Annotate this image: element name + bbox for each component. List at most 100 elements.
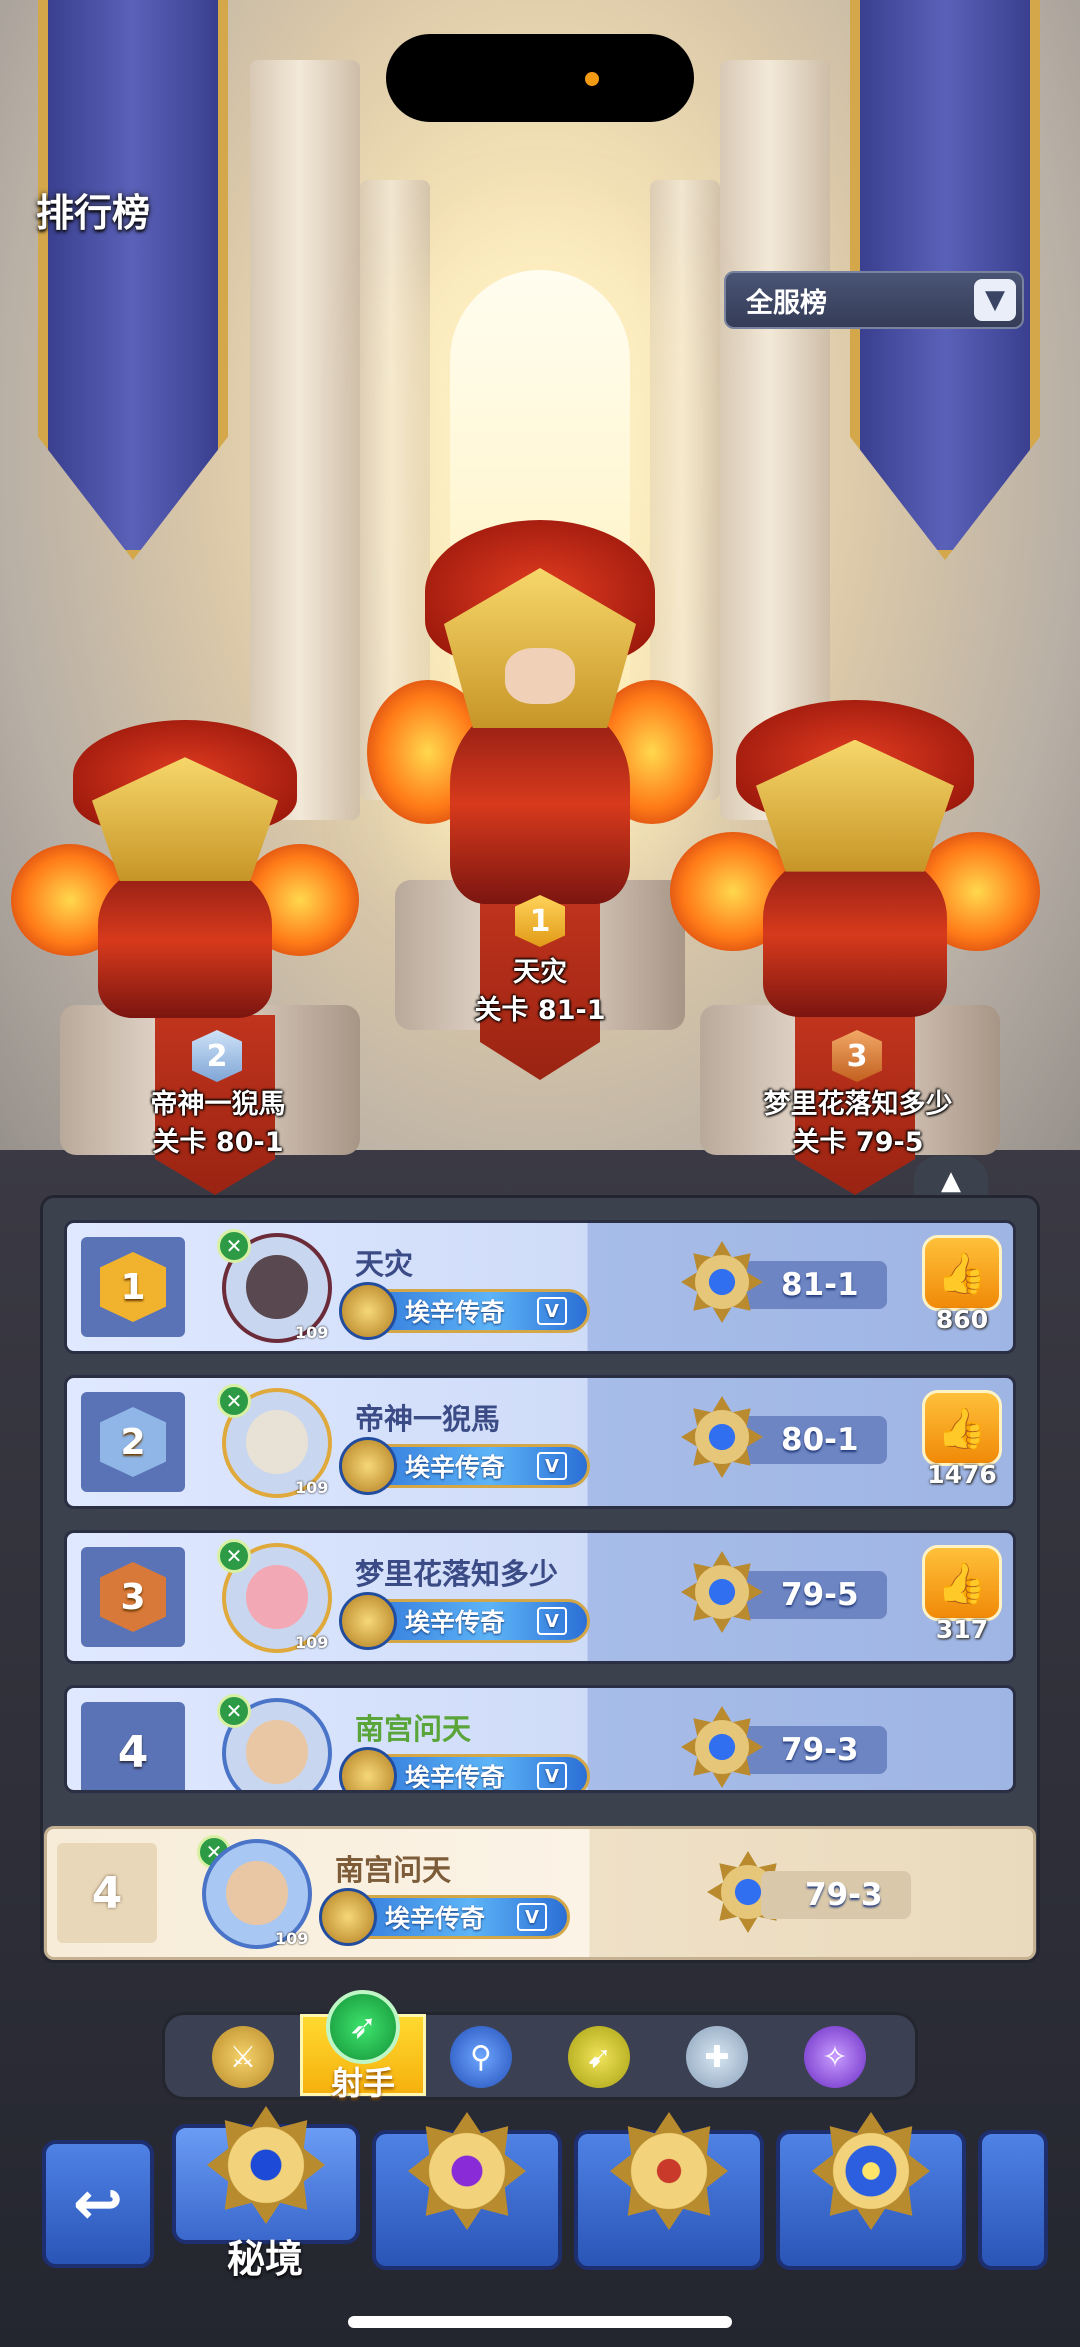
title-emblem-icon (339, 1592, 397, 1650)
like-count: 1476 (927, 1460, 997, 1489)
hero-figure-2[interactable] (11, 720, 359, 1030)
podium-stage-2: 关卡 80-1 (152, 1127, 284, 1158)
stage-value: 80-1 (737, 1416, 887, 1464)
rank-medal-icon: 1 (100, 1252, 166, 1322)
thumbs-up-icon[interactable]: 👍 (922, 1235, 1002, 1311)
hero-armor (450, 704, 630, 904)
like-count: 317 (935, 1615, 989, 1644)
vip-tag: V (537, 1452, 567, 1480)
scope-dropdown[interactable]: 全服榜 ▼ (724, 271, 1024, 329)
my-rank-number: 4 (57, 1843, 157, 1943)
page-title: 排行榜 (36, 191, 151, 235)
player-name: 帝神一猊馬 (355, 1402, 501, 1436)
ranking-row[interactable]: 2 ✕ 109 帝神一猊馬 埃辛传奇 V 80-1 👍 1476 (64, 1375, 1016, 1509)
nav-secret-realm-label: 秘境 (226, 2237, 303, 2281)
active-class-label[interactable]: 射手 (300, 2058, 426, 2104)
hero-figure-3[interactable] (670, 700, 1040, 1030)
title-emblem-icon (319, 1888, 377, 1946)
title-emblem-icon (339, 1282, 397, 1340)
my-rank-row[interactable]: 4 ✕ 109 南宫问天 埃辛传奇 V 79-3 (44, 1826, 1036, 1960)
podium-name-3: 梦里花落知多少 (763, 1089, 953, 1120)
like-count: 860 (935, 1305, 989, 1334)
leaderboard-screen: { "header": {"title": "排行榜"}, "scope_dro… (0, 0, 1080, 2347)
stage-value: 79-3 (737, 1726, 887, 1774)
archer-icon[interactable]: ➶ (326, 1990, 400, 2064)
thumbs-up-icon[interactable]: 👍 (922, 1390, 1002, 1466)
my-vip-tag: V (517, 1903, 547, 1931)
hero-face (504, 648, 576, 704)
chevron-up-icon: ▲ (941, 1166, 961, 1196)
home-indicator (348, 2316, 732, 2328)
summoner-icon[interactable]: ✧ (804, 2026, 866, 2088)
rank-medal-icon: 2 (100, 1407, 166, 1477)
recording-indicator (585, 72, 599, 86)
rank-medal-icon: 3 (100, 1562, 166, 1632)
friend-add-icon: ✕ (217, 1539, 251, 1573)
ranking-row[interactable]: 3 ✕ 109 梦里花落知多少 埃辛传奇 V 79-5 👍 317 (64, 1530, 1016, 1664)
title-badge: 埃辛传奇 V (339, 1592, 590, 1650)
chevron-down-icon[interactable]: ▼ (974, 279, 1016, 321)
warrior-icon[interactable]: ⚔ (212, 2026, 274, 2088)
stage-value: 79-5 (737, 1571, 887, 1619)
my-title-badge: 埃辛传奇 V (319, 1888, 570, 1946)
nav-secret-realm[interactable] (172, 2106, 360, 2244)
podium-stage-1: 关卡 81-1 (474, 995, 606, 1026)
avatar-level: 109 (295, 1633, 329, 1652)
podium-name-1: 天灾 (513, 957, 567, 988)
podium-stage-3: 关卡 79-5 (792, 1127, 924, 1158)
avatar-level: 109 (295, 1788, 328, 1790)
vip-tag: V (537, 1297, 567, 1325)
avatar-level: 109 (295, 1478, 329, 1497)
friend-add-icon: ✕ (217, 1384, 251, 1418)
pillar (250, 60, 360, 820)
mage-icon[interactable]: ⚲ (450, 2026, 512, 2088)
player-name: 南宫问天 (355, 1712, 472, 1746)
friend-add-icon: ✕ (217, 1694, 251, 1728)
nav-tab-3[interactable] (574, 2112, 764, 2270)
title-emblem-icon (339, 1747, 397, 1790)
assassin-icon[interactable]: ➹ (568, 2026, 630, 2088)
avatar-face (246, 1565, 308, 1629)
stage-emblem-icon (681, 1396, 763, 1478)
return-arrow-icon[interactable]: ↩ (42, 2140, 154, 2268)
stage-emblem-icon (681, 1706, 763, 1788)
rank-box: 2 (81, 1392, 185, 1492)
avatar-face (246, 1720, 308, 1784)
podium-name-2: 帝神一猊馬 (150, 1089, 286, 1120)
title-badge: 埃辛传奇 V (339, 1747, 590, 1792)
title-badge: 埃辛传奇 V (339, 1437, 590, 1495)
rank-number: 4 (117, 1726, 149, 1778)
crown-emblem-icon (610, 2112, 728, 2230)
title-text: 埃辛传奇 (405, 1298, 506, 1327)
stage-value: 81-1 (737, 1261, 887, 1309)
nav-tab-5[interactable] (978, 2130, 1048, 2270)
title-badge: 埃辛传奇 V (339, 1282, 590, 1340)
secret-realm-emblem-icon (207, 2106, 325, 2224)
nav-tab-2[interactable] (372, 2112, 562, 2270)
thumbs-up-icon[interactable]: 👍 (922, 1545, 1002, 1621)
title-text: 埃辛传奇 (405, 1763, 506, 1792)
rank-box: 3 (81, 1547, 185, 1647)
priest-icon[interactable]: ✚ (686, 2026, 748, 2088)
purple-emblem-icon (408, 2112, 526, 2230)
avatar-face (226, 1861, 288, 1925)
vip-tag: V (537, 1762, 567, 1790)
rank-box: 4 (81, 1702, 185, 1790)
hero-figure-1[interactable] (367, 520, 713, 920)
title-text: 埃辛传奇 (405, 1453, 506, 1482)
star-emblem-icon (812, 2112, 930, 2230)
vip-tag: V (537, 1607, 567, 1635)
stage-emblem-icon (681, 1551, 763, 1633)
ranking-row[interactable]: 4 ✕ 109 南宫问天 埃辛传奇 V 79-3 (64, 1685, 1016, 1793)
title-emblem-icon (339, 1437, 397, 1495)
friend-add-icon: ✕ (217, 1229, 251, 1263)
avatar-face (246, 1410, 308, 1474)
scope-dropdown-label: 全服榜 (746, 287, 827, 319)
my-player-name: 南宫问天 (335, 1853, 452, 1887)
my-stage-value: 79-3 (761, 1871, 911, 1919)
ranking-row[interactable]: 1 ✕ 109 天灾 埃辛传奇 V 81-1 👍 860 (64, 1220, 1016, 1354)
nav-tab-4[interactable] (776, 2112, 966, 2270)
my-avatar-level: 109 (275, 1929, 309, 1948)
player-name: 梦里花落知多少 (355, 1557, 559, 1591)
my-title-text: 埃辛传奇 (385, 1904, 486, 1933)
